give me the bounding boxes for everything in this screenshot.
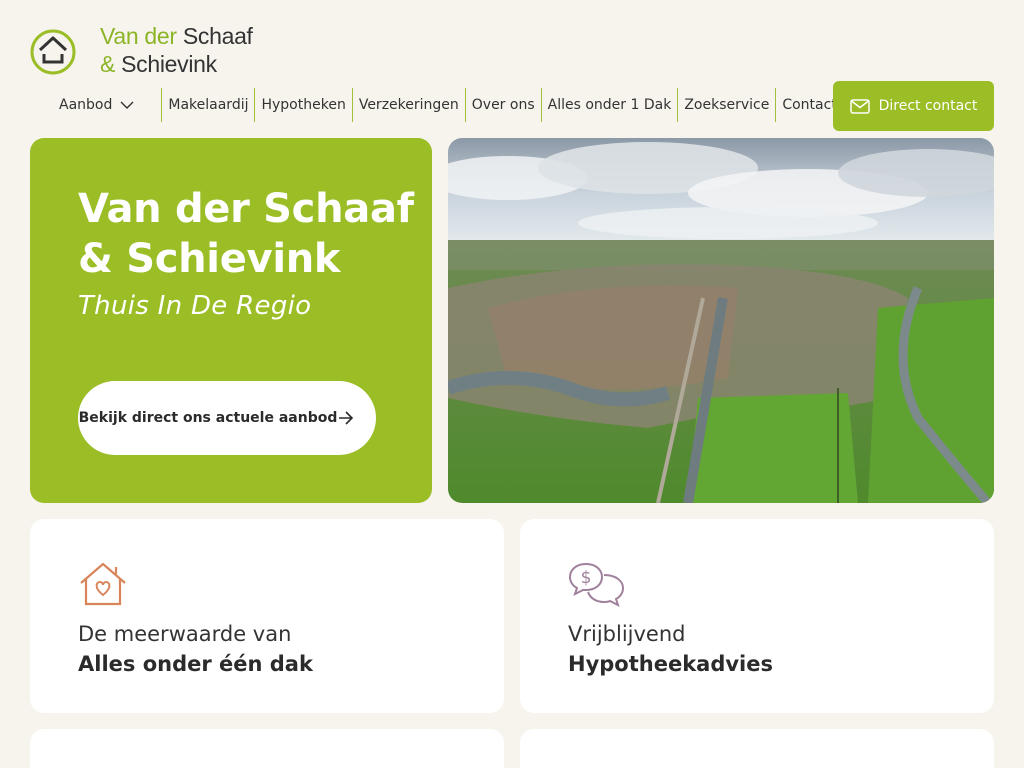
view-listings-button[interactable]: Bekijk direct ons actuele aanbod [78, 381, 376, 455]
house-logo-icon [30, 29, 76, 75]
card-subtitle: De meerwaarde van [78, 622, 292, 646]
hero-aerial-photo [448, 138, 994, 503]
hero-card: Van der Schaaf & Schievink Thuis In De R… [30, 138, 432, 503]
nav-item-makelaardij[interactable]: Makelaardij [162, 88, 256, 122]
card-subtitle: Vrijblijvend [568, 622, 686, 646]
nav-item-hypotheken[interactable]: Hypotheken [255, 88, 353, 122]
logo-wordmark: Van der Schaaf & Schievink [100, 23, 253, 77]
logo[interactable]: Van der Schaaf & Schievink [30, 22, 253, 78]
speech-bubbles-dollar-icon: $ [568, 562, 625, 607]
hero-subtitle: Thuis In De Regio [78, 291, 312, 321]
feature-card[interactable] [520, 729, 994, 768]
envelope-icon [849, 98, 870, 114]
nav-item-over-ons[interactable]: Over ons [466, 88, 542, 122]
view-listings-label: Bekijk direct ons actuele aanbod [78, 410, 338, 426]
hero-title: Van der Schaaf & Schievink [78, 186, 414, 282]
nav-item-alles-onder-1-dak[interactable]: Alles onder 1 Dak [542, 88, 679, 122]
feature-card-mortgage-advice[interactable]: $ Vrijblijvend Hypotheekadvies [520, 519, 994, 713]
card-title: Alles onder één dak [78, 652, 313, 676]
chevron-down-icon [120, 101, 134, 109]
main-nav: Aanbod Makelaardij Hypotheken Verzekerin… [59, 88, 843, 122]
house-heart-icon [80, 562, 126, 606]
svg-text:$: $ [581, 568, 592, 588]
nav-item-zoekservice[interactable]: Zoekservice [678, 88, 777, 122]
feature-card[interactable] [30, 729, 504, 768]
nav-item-aanbod[interactable]: Aanbod [59, 88, 163, 122]
feature-card-all-under-one-roof[interactable]: De meerwaarde van Alles onder één dak [30, 519, 504, 713]
direct-contact-button[interactable]: Direct contact [833, 81, 994, 131]
direct-contact-label: Direct contact [878, 98, 978, 114]
arrow-right-icon [339, 411, 354, 425]
card-title: Hypotheekadvies [568, 652, 773, 676]
nav-item-verzekeringen[interactable]: Verzekeringen [353, 88, 466, 122]
